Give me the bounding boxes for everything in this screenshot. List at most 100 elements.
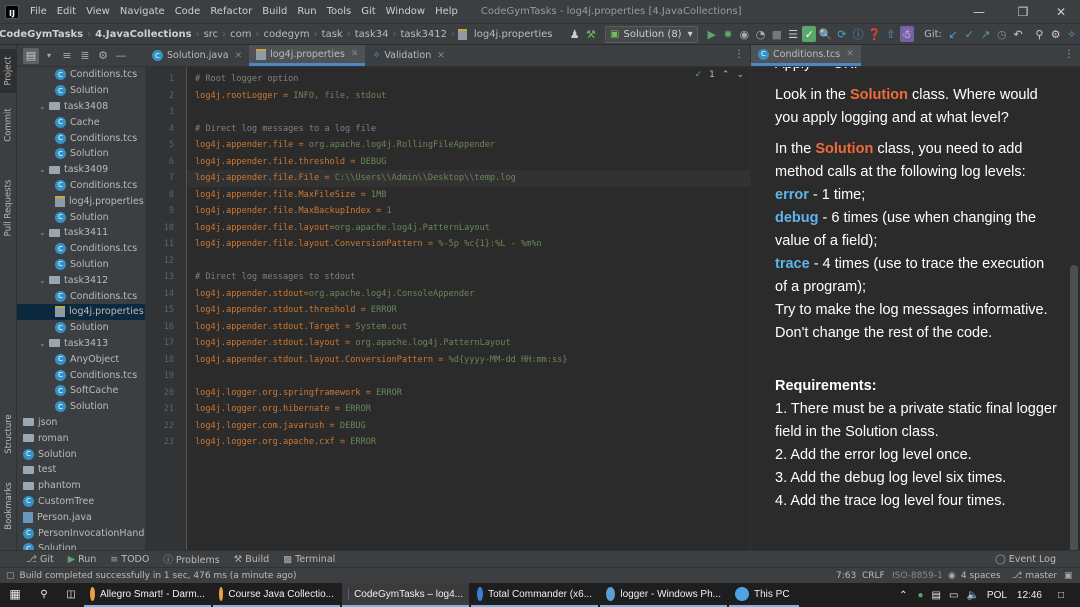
tree-file[interactable]: C Solution <box>55 83 109 99</box>
menu-run[interactable]: Run <box>292 6 321 17</box>
chevron-down-icon[interactable]: ⌄ <box>39 165 49 174</box>
tree-folder[interactable]: ⌄ task3409 <box>39 162 108 178</box>
tab-conditions[interactable]: C Conditions.tcs ✕ <box>751 45 861 66</box>
build-hammer-icon[interactable]: ⚒ <box>584 26 598 42</box>
code-area[interactable]: # Root logger option log4j.rootLogger = I… <box>187 67 750 550</box>
info-icon[interactable]: ⓘ <box>851 26 865 42</box>
task-scrollbar[interactable] <box>1070 265 1078 565</box>
menu-build[interactable]: Build <box>257 6 292 17</box>
menu-window[interactable]: Window <box>381 6 430 17</box>
breadcrumb-path-0[interactable]: src <box>201 29 222 40</box>
task-view-icon[interactable]: ◫ <box>58 583 84 607</box>
chevron-down-icon[interactable]: ⌄ <box>736 70 744 80</box>
tool-build[interactable]: ⚒ Build <box>234 554 269 565</box>
tab-solution-java[interactable]: C Solution.java ✕ <box>145 45 249 66</box>
tree-file[interactable]: C Solution <box>55 399 109 415</box>
chevron-down-icon[interactable]: ▾ <box>41 48 57 64</box>
menu-tools[interactable]: Tools <box>322 6 357 17</box>
debug-icon[interactable]: ✸ <box>721 26 735 42</box>
git-branch[interactable]: ⎇ master <box>1012 568 1057 584</box>
tree-file[interactable]: C Conditions.tcs <box>55 67 137 83</box>
git-push-icon[interactable]: ↗ <box>978 26 992 42</box>
breadcrumb-file[interactable]: log4j.properties <box>471 29 556 40</box>
taskbar-app[interactable]: Allegro Smart! - Darm... <box>84 583 211 607</box>
tool-tab-bookmarks[interactable]: Bookmarks <box>0 477 17 535</box>
tree-folder[interactable]: ⌄ task3412 <box>39 272 108 288</box>
tree-file[interactable]: C CustomTree <box>23 494 94 510</box>
run-icon[interactable]: ▶ <box>705 26 719 42</box>
tool-run[interactable]: ▶ Run <box>68 554 97 565</box>
menu-navigate[interactable]: Navigate <box>115 6 170 17</box>
inspection-widget[interactable]: ✓ 1 ⌃ ⌄ <box>695 70 744 80</box>
plugin-icon[interactable]: ✧ <box>1065 26 1079 42</box>
taskbar-app[interactable]: logger - Windows Ph... <box>600 583 727 607</box>
gear-icon[interactable]: ⚙ <box>95 48 111 64</box>
coverage-icon[interactable]: ◉ <box>737 26 751 42</box>
breadcrumb-module[interactable]: 4.JavaCollections <box>92 29 194 40</box>
verify-icon[interactable]: ✓ <box>802 26 817 42</box>
menu-git[interactable]: Git <box>356 6 380 17</box>
indent-setting[interactable]: ◉ 4 spaces <box>948 568 1001 584</box>
tree-file[interactable]: Person.java <box>23 509 92 525</box>
close-tab-icon[interactable]: ✕ <box>351 49 359 59</box>
chevron-down-icon[interactable]: ⌄ <box>39 102 49 111</box>
tree-file[interactable]: C Solution <box>55 320 109 336</box>
git-update-icon[interactable]: ↙ <box>946 26 960 42</box>
tree-file[interactable]: C Conditions.tcs <box>55 130 137 146</box>
chevron-down-icon[interactable]: ⌄ <box>39 276 49 285</box>
tray-app-icon[interactable]: ● <box>918 590 924 601</box>
menu-view[interactable]: View <box>81 6 115 17</box>
tool-event-log[interactable]: ◯ Event Log <box>995 554 1056 565</box>
undo-icon[interactable]: ↶ <box>1011 26 1025 42</box>
close-tab-icon[interactable]: ✕ <box>235 51 243 61</box>
notifications-icon[interactable]: □ <box>1058 590 1064 601</box>
tree-folder[interactable]: ⌄ task3411 <box>39 225 108 241</box>
line-separator[interactable]: CRLF <box>862 568 885 584</box>
tree-file[interactable]: C Conditions.tcs <box>55 288 137 304</box>
chevron-down-icon[interactable]: ⌄ <box>39 228 49 237</box>
menu-file[interactable]: File <box>25 6 52 17</box>
restore-icon[interactable]: ❐ <box>1004 0 1042 23</box>
user-icon[interactable]: ♟ <box>568 26 582 42</box>
tree-file[interactable]: C Conditions.tcs <box>55 241 137 257</box>
tool-tab-structure[interactable]: Structure <box>0 407 17 461</box>
tree-file[interactable]: C Cache <box>55 114 100 130</box>
more-tabs-icon[interactable]: ⋮ <box>734 49 744 60</box>
network-icon[interactable]: ▤ <box>932 590 941 601</box>
breadcrumb-path-2[interactable]: codegym <box>261 29 313 40</box>
menu-edit[interactable]: Edit <box>52 6 81 17</box>
expand-all-icon[interactable]: ≡ <box>59 48 75 64</box>
tree-file[interactable]: log4j.properties <box>17 304 145 320</box>
codegym-icon[interactable]: ☃ <box>899 26 915 42</box>
search-task-icon[interactable]: 🔍 <box>818 26 833 42</box>
tree-file[interactable]: C Solution <box>23 446 77 462</box>
close-tab-icon[interactable]: ✕ <box>437 51 445 61</box>
caret-position[interactable]: 7:63 <box>836 568 856 584</box>
clock[interactable]: 12:46 <box>1017 590 1042 601</box>
search-icon[interactable]: ⚲ <box>30 583 58 607</box>
git-history-icon[interactable]: ◷ <box>995 26 1009 42</box>
menu-code[interactable]: Code <box>170 6 206 17</box>
status-message[interactable]: ▢ Build completed successfully in 1 sec,… <box>6 568 297 584</box>
battery-icon[interactable]: ▭ <box>949 590 958 601</box>
lock-icon[interactable]: ▣ <box>1064 568 1073 584</box>
volume-icon[interactable]: 🔈 <box>966 590 978 601</box>
language-indicator[interactable]: POL <box>987 590 1007 601</box>
chevron-down-icon[interactable]: ⌄ <box>39 339 49 348</box>
search-icon[interactable]: ⚲ <box>1032 26 1046 42</box>
tree-file[interactable]: C Solution <box>55 257 109 273</box>
tree-folder[interactable]: ⌄ task3413 <box>39 336 108 352</box>
taskbar-app[interactable]: Course Java Collectio... <box>213 583 340 607</box>
tree-file[interactable]: C SoftCache <box>55 383 118 399</box>
tool-git[interactable]: ⎇ Git <box>26 554 54 565</box>
tree-folder[interactable]: phantom <box>23 478 81 494</box>
menu-help[interactable]: Help <box>430 6 463 17</box>
chevron-up-icon[interactable]: ⌃ <box>722 70 730 80</box>
breadcrumb-path-4[interactable]: task34 <box>352 29 392 40</box>
close-tab-icon[interactable]: ✕ <box>846 49 854 59</box>
tree-file[interactable]: C Solution <box>55 209 109 225</box>
breadcrumb-path-1[interactable]: com <box>227 29 254 40</box>
tool-todo[interactable]: ≡ TODO <box>110 554 149 565</box>
tab-log4j-properties[interactable]: log4j.properties ✕ <box>249 45 366 66</box>
tree-folder[interactable]: roman <box>23 430 69 446</box>
